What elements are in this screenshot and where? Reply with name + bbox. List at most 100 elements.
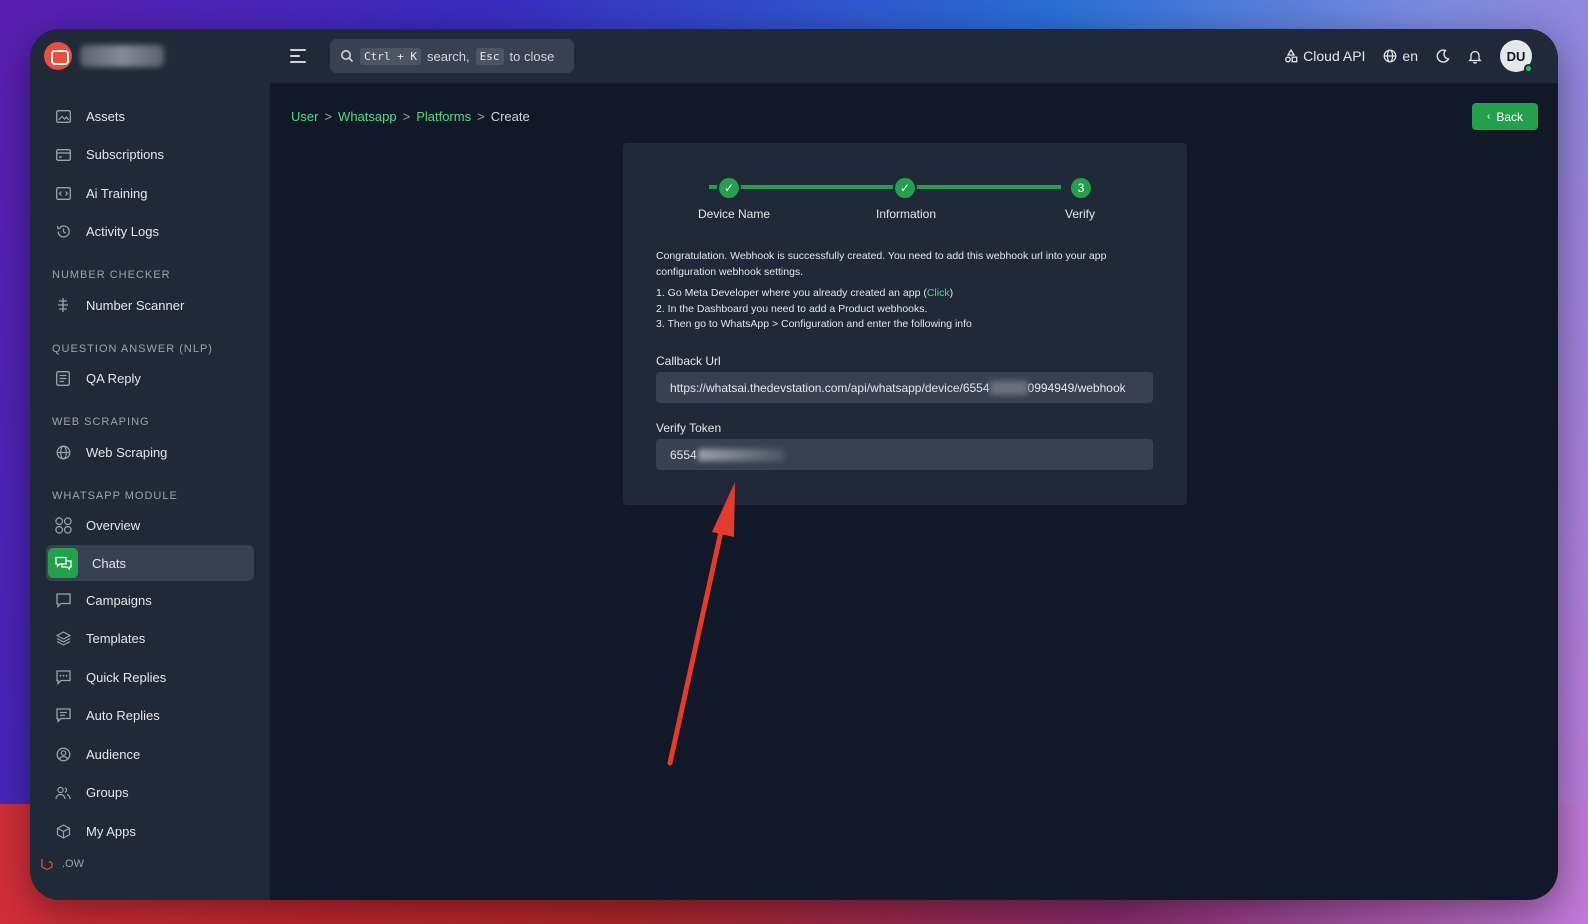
callback-url-label: Callback Url: [656, 354, 721, 368]
search-hint: search,: [426, 48, 470, 64]
sidebar-item-auto-replies[interactable]: Auto Replies: [30, 697, 270, 736]
top-bar: Ctrl + K search, Esc to close Cloud API …: [30, 29, 1558, 83]
instructions: Congratulation. Webhook is successfully …: [656, 249, 1156, 333]
sidebar-item-qa-reply[interactable]: QA Reply: [30, 360, 270, 399]
sidebar-item-label: Web Scraping: [86, 444, 168, 460]
sidebar-footer-text: .OW: [62, 857, 84, 870]
image-icon: [54, 107, 72, 125]
user-avatar[interactable]: DU: [1500, 40, 1533, 73]
sidebar-item-label: Groups: [86, 785, 129, 801]
sidebar-item-groups[interactable]: Groups: [30, 774, 270, 813]
chevron-left-icon: ‹: [1486, 111, 1491, 122]
card-icon: [54, 146, 72, 164]
sidebar-item-web-scraping[interactable]: Web Scraping: [30, 433, 270, 472]
search-input[interactable]: Ctrl + K search, Esc to close: [330, 39, 574, 73]
sidebar-item-label: Templates: [86, 631, 146, 647]
sidebar: Assets Subscriptions Ai Training Activit…: [30, 83, 270, 900]
sidebar-item-label: Subscriptions: [86, 147, 165, 163]
sidebar-item-cut-off: [30, 83, 270, 97]
avatar-initials: DU: [1506, 48, 1526, 64]
sidebar-item-label: Campaigns: [86, 592, 152, 608]
main-content: User > Whatsapp > Platforms > Create ‹ B…: [270, 83, 1558, 900]
bell-icon: [1468, 50, 1482, 64]
history-icon: [54, 223, 72, 241]
cube-icon: [54, 822, 72, 840]
logo-icon: [44, 42, 72, 70]
section-heading-number-checker: NUMBER CHECKER: [52, 269, 171, 281]
step-3-label: Verify: [1064, 207, 1096, 221]
sidebar-item-chats[interactable]: Chats: [46, 545, 254, 581]
theme-toggle[interactable]: [1436, 49, 1450, 63]
language-selector[interactable]: en: [1383, 48, 1418, 64]
sidebar-item-label: Chats: [92, 555, 126, 571]
sidebar-item-label: Overview: [86, 518, 141, 534]
close-hint: to close: [509, 48, 555, 64]
shapes-icon: [1285, 49, 1298, 63]
layers-icon: [54, 630, 72, 648]
sidebar-item-label: QA Reply: [86, 371, 141, 387]
cloud-api-label: Cloud API: [1303, 48, 1366, 64]
search-shortcut-key: Ctrl + K: [360, 47, 421, 65]
redacted-segment: [989, 380, 1028, 395]
section-heading-question-answer: QUESTION ANSWER (NLP): [52, 342, 213, 355]
chat-bubbles-icon: [48, 548, 78, 578]
step-1-label: Device Name: [697, 207, 771, 221]
back-button[interactable]: ‹ Back: [1472, 103, 1538, 130]
breadcrumb: User > Whatsapp > Platforms > Create: [291, 109, 530, 124]
sidebar-item-number-scanner[interactable]: Number Scanner: [30, 286, 270, 325]
stepper: ✓ ✓ 3 Device Name Information Verify: [697, 176, 1095, 232]
breadcrumb-separator: >: [477, 109, 485, 124]
message-square-icon: [54, 591, 72, 609]
sidebar-item-label: Number Scanner: [86, 297, 185, 313]
globe-icon: [54, 443, 72, 461]
grid-circles-icon: [54, 517, 72, 535]
moon-icon: [1436, 49, 1450, 63]
sidebar-item-campaigns[interactable]: Campaigns: [30, 581, 270, 620]
step-2-done-icon: ✓: [893, 176, 917, 200]
user-circle-icon: [54, 745, 72, 763]
verify-card: ✓ ✓ 3 Device Name Information Verify Con…: [623, 143, 1187, 505]
breadcrumb-platforms[interactable]: Platforms: [416, 109, 471, 124]
online-status-dot: [1524, 64, 1533, 73]
app-window: Ctrl + K search, Esc to close Cloud API …: [30, 29, 1558, 900]
laravel-icon: [38, 855, 56, 873]
sidebar-item-label: My Apps: [86, 823, 136, 839]
document-icon: [54, 370, 72, 388]
sidebar-item-overview[interactable]: Overview: [30, 507, 270, 546]
sidebar-item-ai-training[interactable]: Ai Training: [30, 174, 270, 213]
step-1-done-icon: ✓: [717, 176, 741, 200]
sidebar-item-assets[interactable]: Assets: [30, 97, 270, 136]
globe-icon: [1384, 49, 1397, 63]
breadcrumb-current: Create: [490, 109, 530, 124]
sidebar-item-quick-replies[interactable]: Quick Replies: [30, 658, 270, 697]
sidebar-item-label: Audience: [86, 746, 141, 762]
sidebar-item-activity-logs[interactable]: Activity Logs: [30, 213, 270, 252]
sidebar-item-audience[interactable]: Audience: [30, 735, 270, 774]
sidebar-footer: .OW: [30, 851, 270, 877]
sidebar-item-my-apps[interactable]: My Apps: [30, 812, 270, 851]
instruction-step: 3. Then go to WhatsApp > Configuration a…: [656, 318, 972, 330]
step-3-number: 3: [1069, 176, 1093, 200]
sidebar-item-subscriptions[interactable]: Subscriptions: [30, 136, 270, 175]
sidebar-item-label: Auto Replies: [86, 708, 160, 724]
code-icon: [54, 184, 72, 202]
sidebar-item-label: Ai Training: [86, 185, 148, 201]
cloud-api-link[interactable]: Cloud API: [1284, 48, 1365, 64]
notifications-button[interactable]: [1468, 49, 1482, 64]
brand[interactable]: [30, 42, 270, 70]
back-button-label: Back: [1496, 109, 1524, 124]
redacted-segment: [697, 448, 784, 461]
sidebar-item-templates[interactable]: Templates: [30, 620, 270, 659]
meta-developer-link[interactable]: Click: [927, 287, 950, 299]
breadcrumb-user[interactable]: User: [291, 109, 318, 124]
message-lines-icon: [54, 707, 72, 725]
instruction-step: 2. In the Dashboard you need to add a Pr…: [656, 302, 928, 315]
scanner-icon: [54, 296, 72, 314]
sidebar-item-label: Assets: [86, 108, 126, 124]
breadcrumb-whatsapp[interactable]: Whatsapp: [338, 109, 397, 124]
callback-url-field[interactable]: https://whatsai.thedevstation.com/api/wh…: [656, 372, 1153, 403]
sidebar-toggle-button[interactable]: [290, 45, 312, 67]
close-shortcut-key: Esc: [475, 47, 504, 65]
language-label: en: [1402, 48, 1418, 64]
verify-token-field[interactable]: 6554: [656, 439, 1153, 470]
